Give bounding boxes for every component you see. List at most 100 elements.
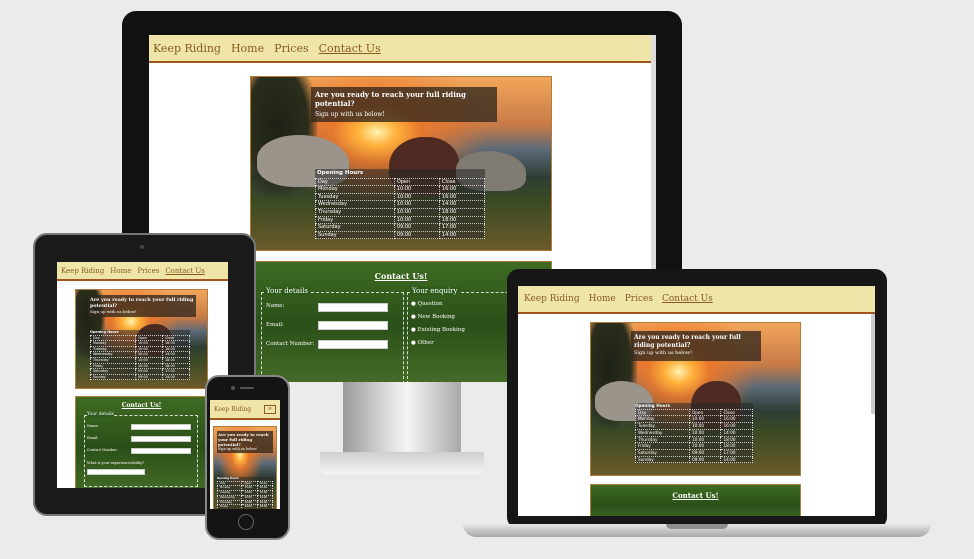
nav-prices-link[interactable]: Prices: [274, 42, 309, 55]
nav-prices-link[interactable]: Prices: [625, 294, 653, 304]
details-fieldset: Your details Name: Email: Contact Number…: [84, 412, 198, 487]
experience-label: What is your experience/ability?: [87, 461, 145, 465]
nav-home-link[interactable]: Home: [231, 42, 264, 55]
table-row: Friday 10:00 18:00: [635, 442, 753, 450]
cta-title: Are you ready to reach your full riding …: [315, 90, 466, 108]
cta-subtitle: Sign up with us below!: [90, 309, 137, 314]
table-row: Wednesday 10:00 14:00: [315, 200, 486, 209]
table-row: Friday 10:00 18:00: [315, 215, 486, 225]
table-row: Sunday 09:00 14:00: [315, 230, 486, 240]
enquiry-option-new-booking[interactable]: ● New Booking: [411, 314, 455, 320]
cta-box: Are you ready to reach your full riding …: [311, 87, 497, 122]
nav-prices-link[interactable]: Prices: [137, 267, 159, 275]
cta-subtitle: Sign up with us below!: [218, 447, 258, 451]
contact-section: Contact Us! Your details Name: Email: Co…: [75, 396, 208, 488]
name-label: Name:: [87, 424, 99, 428]
table-row: Sunday 09:00 14:00: [635, 455, 753, 464]
cta-box: Are you ready to reach your full riding …: [631, 331, 761, 361]
contact-number-input[interactable]: [318, 340, 388, 349]
table-row: Monday 10:00 16:00: [635, 415, 753, 424]
navbar: Keep Riding Home Prices Contact Us: [149, 35, 656, 63]
opening-hours: Opening Hours Day Open Close Monday 10:00 16…: [216, 477, 274, 509]
experience-input[interactable]: [87, 469, 145, 475]
email-label: Email:: [87, 436, 99, 440]
ipad-screen: Keep Riding Home Prices Contact Us Are y…: [57, 262, 228, 488]
brand-link[interactable]: Keep Riding: [524, 294, 580, 304]
table-row: Tuesday 10:00 16:00: [216, 490, 274, 496]
imac-stand-base: [320, 452, 484, 474]
navbar: Keep Riding Home Prices Contact Us: [57, 262, 228, 281]
enquiry-legend: Your enquiry: [410, 287, 460, 295]
cta-title: Are you ready to reach your full riding …: [90, 297, 194, 309]
details-legend: Your details: [264, 287, 310, 295]
hamburger-menu-icon[interactable]: ≡: [264, 404, 276, 414]
brand-link[interactable]: Keep Riding: [61, 267, 104, 275]
table-row: Sunday 09:00 14:00: [90, 373, 191, 381]
table-row: Thursday 10:00 18:00: [315, 207, 486, 217]
cta-title: Are you ready to reach your full riding …: [634, 334, 741, 349]
phone-camera: [231, 386, 235, 390]
brand-link[interactable]: Keep Riding: [214, 406, 251, 413]
name-input[interactable]: [318, 303, 388, 312]
nav-contact-link[interactable]: Contact Us: [319, 42, 381, 55]
table-row: Monday 10:00 16:00: [90, 340, 191, 347]
hours-table: Day Open Close Monday 10:00 16:00 Tuesday 10:…: [90, 334, 191, 381]
table-row: Wednesday 10:00 14:00: [635, 428, 753, 437]
opening-hours: Opening Hours Day Open Close Monday 10:00 16…: [635, 403, 753, 464]
ipad-camera: [140, 245, 144, 249]
nav-contact-link[interactable]: Contact Us: [662, 294, 713, 304]
contact-number-label: Contact Number:: [87, 448, 118, 452]
cta-box: Are you ready to reach your full riding …: [217, 431, 273, 453]
enquiry-option-existing-booking[interactable]: ● Existing Booking: [411, 327, 465, 333]
table-row: Monday 10:00 16:00: [315, 185, 486, 194]
table-row: Friday 10:00 18:00: [216, 504, 274, 509]
hours-table: Day Open Close Monday 10:00 16:00 Tuesday 10:…: [315, 177, 486, 240]
table-row: Thursday 10:00 18:00: [216, 499, 274, 506]
contact-section: Contact Us!: [590, 484, 801, 516]
enquiry-option-question[interactable]: ● Question: [411, 301, 443, 307]
name-input[interactable]: [131, 424, 191, 430]
contact-title: Contact Us!: [121, 402, 162, 409]
hours-table: Day Open Close Monday 10:00 16:00 Tuesday 10:…: [635, 408, 753, 464]
contact-title: Contact Us!: [672, 491, 719, 500]
brand-link[interactable]: Keep Riding: [153, 42, 221, 55]
table-row: Thursday 10:00 18:00: [635, 435, 753, 444]
hero-image: Are you ready to reach your full riding …: [250, 76, 552, 251]
table-row: Tuesday 10:00 16:00: [315, 192, 486, 202]
phone-home-button[interactable]: [238, 514, 254, 530]
table-row: Tuesday 10:00 16:00: [90, 345, 191, 353]
hours-table: Day Open Close Monday 10:00 16:00 Tuesday 10:…: [216, 480, 274, 509]
table-header: Day Open Close: [635, 408, 753, 417]
macbook-notch: [666, 524, 728, 529]
hero-image: Are you ready to reach your full riding …: [75, 289, 208, 389]
macbook-screen: Keep Riding Home Prices Contact Us Are y…: [518, 286, 875, 516]
nav-home-link[interactable]: Home: [110, 267, 131, 275]
contact-number-label: Contact Number:: [266, 341, 315, 347]
cta-subtitle: Sign up with us below!: [634, 350, 693, 356]
email-input[interactable]: [131, 436, 191, 442]
table-row: Tuesday 10:00 16:00: [635, 422, 753, 430]
hero-image: Are you ready to reach your full riding …: [590, 322, 801, 476]
table-row: Wednesday 10:00 14:00: [90, 351, 191, 358]
contact-title: Contact Us!: [374, 271, 428, 281]
navbar: Keep Riding Home Prices Contact Us: [518, 286, 875, 314]
contact-number-input[interactable]: [131, 448, 191, 454]
cta-subtitle: Sign up with us below!: [315, 111, 385, 118]
table-row: Wednesday 10:00 14:00: [216, 494, 274, 501]
enquiry-option-other[interactable]: ● Other: [411, 340, 434, 346]
email-input[interactable]: [318, 321, 388, 330]
name-label: Name:: [266, 303, 285, 309]
cta-box: Are you ready to reach your full riding …: [88, 295, 196, 317]
table-header: Day Open Close: [315, 177, 486, 187]
nav-home-link[interactable]: Home: [589, 294, 616, 304]
details-legend: Your details: [87, 412, 114, 417]
hero-image: Are you ready to reach your full riding …: [213, 426, 277, 509]
table-row: Saturday 09:00 17:00: [315, 223, 486, 232]
opening-hours: Opening Hours Day Open Close Monday 10:00 16…: [90, 330, 191, 381]
imac-stand-neck: [343, 381, 461, 453]
scrollbar[interactable]: [871, 314, 875, 414]
phone-speaker: [240, 387, 254, 389]
table-row: Monday 10:00 16:00: [216, 485, 274, 492]
cta-title: Are you ready to reach your full riding …: [218, 432, 269, 447]
nav-contact-link[interactable]: Contact Us: [165, 267, 205, 275]
